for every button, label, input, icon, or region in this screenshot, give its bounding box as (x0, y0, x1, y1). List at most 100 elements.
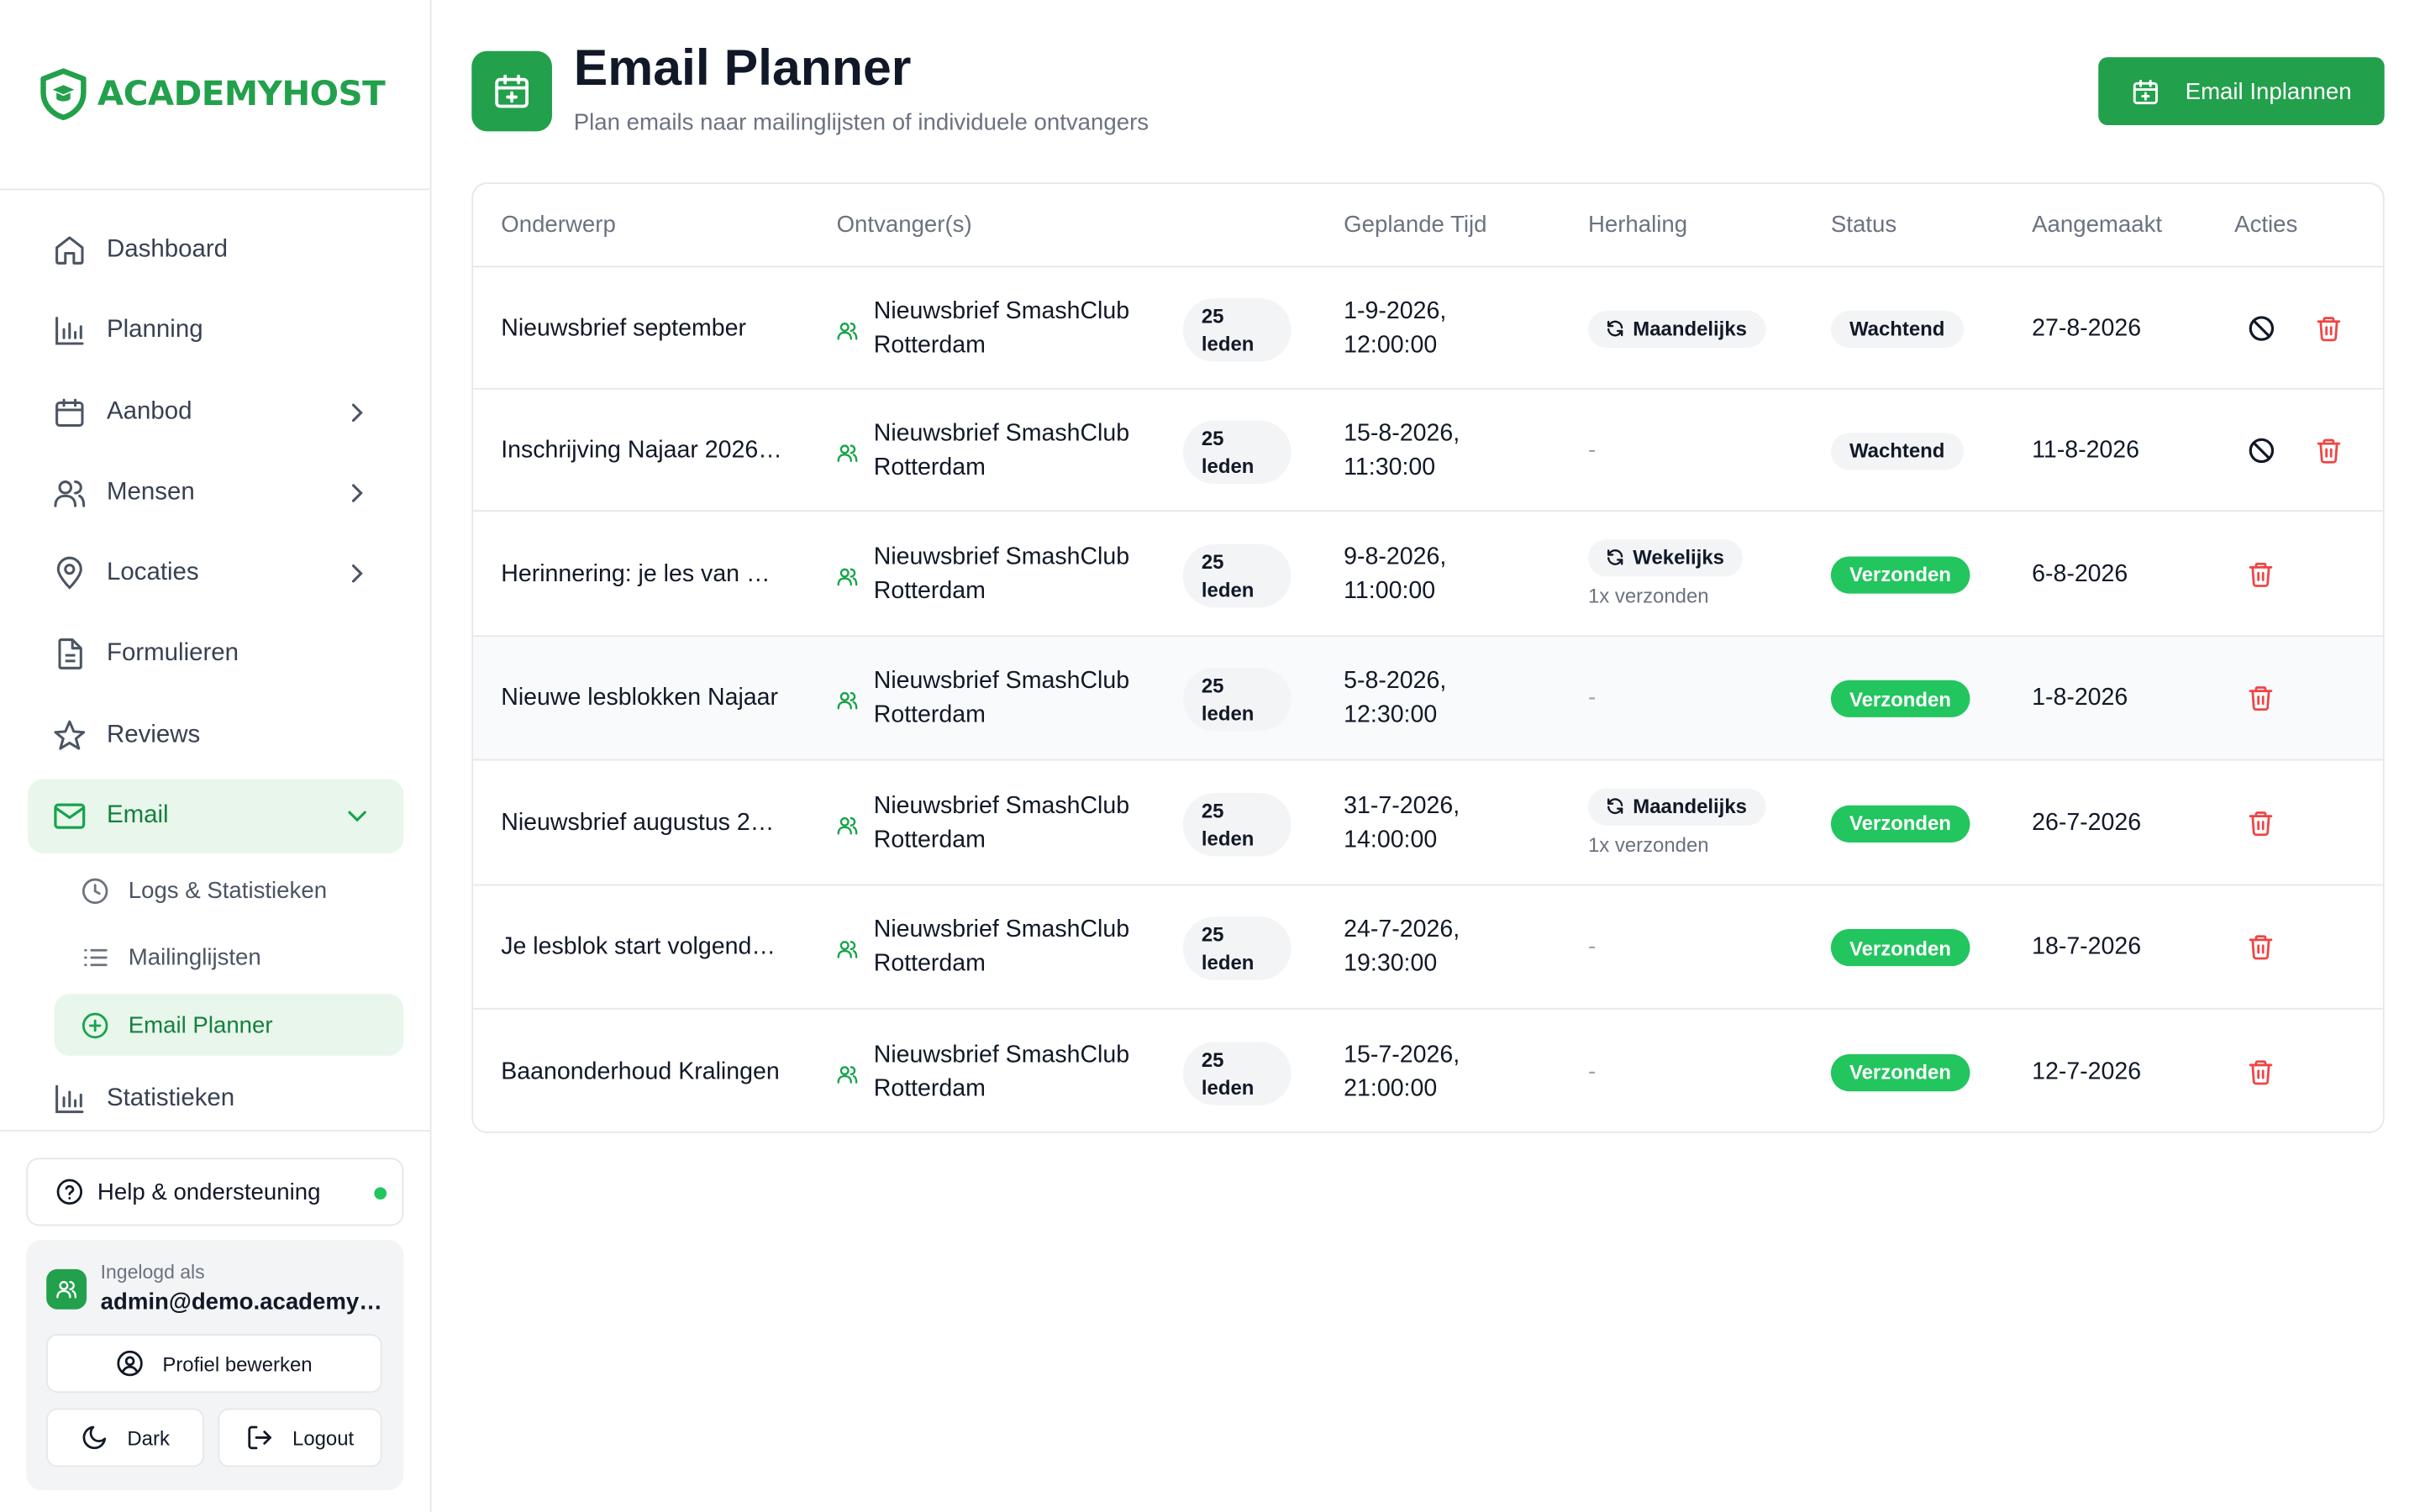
sidebar-item-email[interactable]: Email (28, 779, 404, 853)
table-row[interactable]: Baanonderhoud Kralingen Nieuwsbrief Smash… (473, 1010, 2383, 1131)
column-header-scheduled-time[interactable]: Geplande Tijd (1344, 212, 1486, 238)
page-icon (471, 50, 552, 132)
status-badge: Verzonden (1830, 680, 1970, 717)
table-row[interactable]: Herinnering: je les van morgen Nieuwsbrie… (473, 512, 2383, 638)
sidebar-subitem-logs[interactable]: Logs & Statistieken (54, 860, 403, 922)
logout-button[interactable]: Logout (218, 1408, 382, 1467)
star-icon (53, 718, 87, 752)
column-header-created[interactable]: Aangemaakt (2032, 212, 2162, 238)
delete-icon[interactable] (2247, 559, 2275, 588)
sidebar-item-label: Reviews (106, 721, 201, 748)
recipient-name: Nieuwsbrief SmashClub Rotterdam (873, 419, 1130, 480)
column-header-status[interactable]: Status (1831, 212, 1897, 238)
email-subject: Nieuwsbrief september (501, 314, 746, 341)
users-icon (53, 476, 87, 510)
sidebar-item-dashboard[interactable]: Dashboard (28, 213, 403, 287)
sidebar-subitem-label: Logs & Statistieken (128, 878, 328, 905)
members-badge: 25 leden (1182, 667, 1292, 732)
column-header-repeat[interactable]: Herhaling (1588, 212, 1687, 238)
help-button[interactable]: Help & ondersteuning (26, 1158, 404, 1226)
users-icon (55, 1278, 77, 1300)
sidebar-item-locaties[interactable]: Locaties (28, 537, 403, 611)
table-row[interactable]: Nieuwsbrief augustus 2026 Nieuwsbrief Sma… (473, 760, 2383, 886)
sidebar-item-label: Locaties (106, 559, 199, 586)
chevron-right-icon (342, 396, 373, 435)
delete-icon[interactable] (2247, 683, 2275, 712)
members-badge: 25 leden (1182, 916, 1292, 980)
email-subject: Herinnering: je les van morgen (501, 560, 787, 587)
sidebar-item-label: Mensen (106, 479, 195, 506)
online-status-dot (374, 1187, 387, 1200)
edit-profile-button[interactable]: Profiel bewerken (46, 1334, 382, 1394)
users-icon (837, 565, 859, 587)
scheduled-time: 15-8-2026, 11:30:00 (1344, 419, 1460, 480)
dark-mode-label: Dark (127, 1425, 170, 1450)
sidebar-item-label: Planning (106, 317, 203, 344)
sidebar-item-formulieren[interactable]: Formulieren (28, 617, 403, 691)
sidebar-item-label: Dashboard (106, 236, 229, 263)
table-row[interactable]: Inschrijving Najaar 2026 geopend Nieuwsbr… (473, 390, 2383, 512)
users-icon (837, 938, 859, 960)
user-email: admin@demo.academyhost.nl (100, 1289, 387, 1316)
sidebar-item-aanbod[interactable]: Aanbod (28, 375, 403, 449)
column-header-subject[interactable]: Onderwerp (501, 212, 616, 238)
recipient-name: Nieuwsbrief SmashClub Rotterdam (873, 543, 1130, 604)
repeat-badge: Maandelijks (1587, 309, 1766, 348)
sidebar-item-label: Aanbod (106, 398, 192, 425)
sidebar-item-reviews[interactable]: Reviews (28, 698, 403, 772)
members-badge: 25 leden (1182, 1041, 1292, 1105)
no-repeat: - (1587, 685, 1597, 711)
table-row[interactable]: Je lesblok start volgende week Nieuwsbrie… (473, 885, 2383, 1010)
delete-icon[interactable] (2315, 435, 2343, 465)
scheduled-time: 5-8-2026, 12:30:00 (1344, 667, 1447, 728)
sidebar-subitem-email-planner[interactable]: Email Planner (54, 994, 404, 1057)
column-header-recipients[interactable]: Ontvanger(s) (837, 212, 972, 238)
users-icon (837, 1063, 859, 1084)
status-badge: Verzonden (1830, 1053, 1970, 1091)
delete-icon[interactable] (2247, 808, 2275, 837)
table-row[interactable]: Nieuwe lesblokken Najaar Nieuwsbrief Smas… (473, 637, 2383, 761)
logout-label: Logout (292, 1425, 355, 1450)
delete-icon[interactable] (2247, 932, 2275, 962)
repeat-icon (1605, 547, 1625, 567)
created-date: 27-8-2026 (2032, 314, 2142, 341)
page-subtitle: Plan emails naar mailinglijsten of indiv… (573, 109, 1150, 136)
calendar-plus-icon (492, 71, 532, 112)
users-icon (837, 690, 859, 711)
delete-icon[interactable] (2315, 313, 2343, 343)
sidebar-item-statistieken[interactable]: Statistieken (28, 1062, 403, 1136)
repeat-sent-count: 1x verzonden (1587, 583, 1709, 607)
table-row[interactable]: Nieuwsbrief september Nieuwsbrief SmashCl… (473, 267, 2383, 390)
bar-chart-icon (53, 314, 87, 348)
delete-icon[interactable] (2247, 1057, 2275, 1086)
status-badge: Verzonden (1830, 804, 1970, 843)
dark-mode-button[interactable]: Dark (46, 1408, 204, 1467)
sidebar-item-mensen[interactable]: Mensen (28, 456, 403, 530)
user-avatar (46, 1268, 87, 1310)
scheduled-emails-table: Onderwerp Ontvanger(s) Geplande Tijd Her… (471, 182, 2385, 1133)
recipient-name: Nieuwsbrief SmashClub Rotterdam (873, 297, 1130, 359)
user-card: Ingelogd als admin@demo.academyhost.nl P… (26, 1239, 404, 1491)
column-header-actions: Acties (2234, 212, 2298, 239)
members-badge: 25 leden (1182, 792, 1292, 856)
no-repeat: - (1587, 436, 1597, 464)
file-text-icon (53, 638, 87, 671)
cancel-icon[interactable] (2247, 435, 2276, 465)
email-subject: Baanonderhoud Kralingen (501, 1058, 780, 1084)
sidebar: ACADEMYHOST Dashboard Planning Aanbod Me… (0, 0, 432, 1512)
logo[interactable]: ACADEMYHOST (0, 0, 430, 191)
logged-in-label: Ingelogd als (100, 1261, 205, 1284)
cancel-icon[interactable] (2247, 313, 2276, 343)
logout-icon (246, 1424, 274, 1452)
sidebar-subitem-mailinglijsten[interactable]: Mailinglijsten (54, 927, 403, 990)
status-badge: Verzonden (1830, 928, 1970, 967)
users-icon (837, 319, 859, 341)
schedule-email-label: Email Inplannen (2185, 77, 2352, 105)
sidebar-item-label: Email (106, 802, 169, 829)
schedule-email-button[interactable]: Email Inplannen (2098, 57, 2385, 126)
status-badge: Wachtend (1830, 309, 1964, 348)
table-header: Onderwerp Ontvanger(s) Geplande Tijd Her… (473, 184, 2383, 268)
help-label: Help & ondersteuning (97, 1179, 321, 1205)
sidebar-item-planning[interactable]: Planning (28, 294, 403, 368)
clock-icon (79, 875, 110, 906)
